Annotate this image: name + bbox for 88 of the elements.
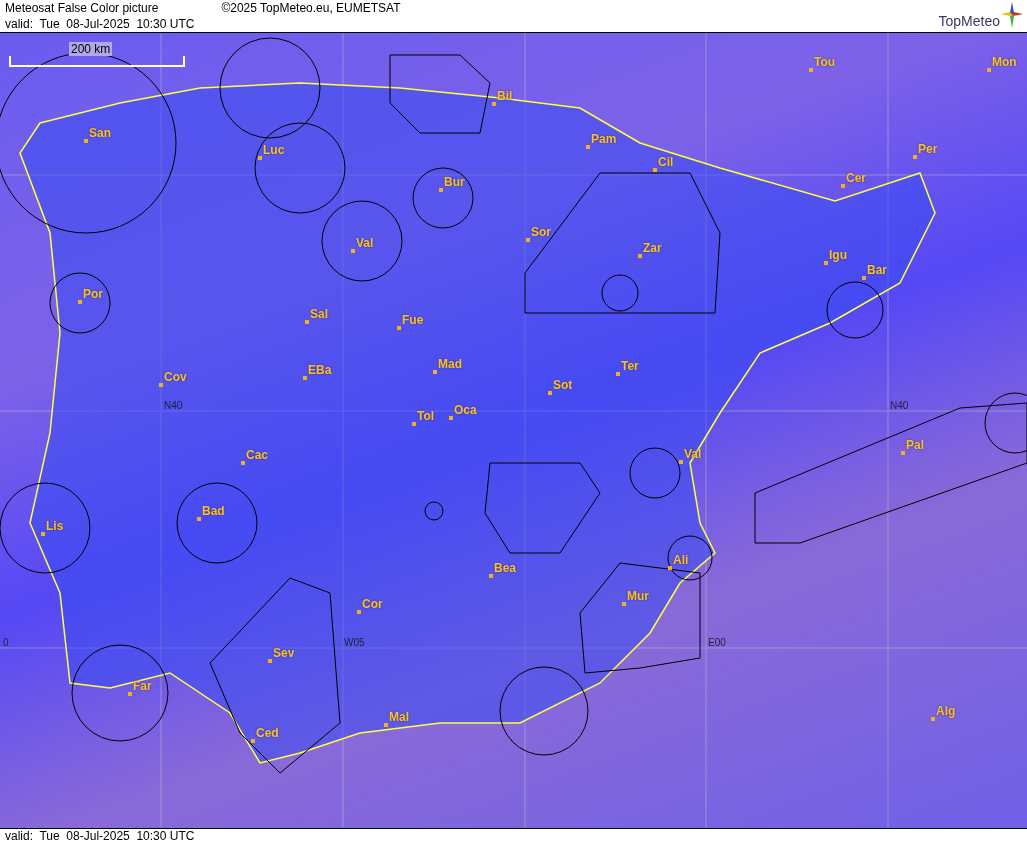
grid-label: N40 — [164, 400, 183, 412]
map-title: Meteosat False Color picture — [5, 0, 159, 16]
city-label: EBa — [308, 363, 332, 377]
city-marker-icon — [679, 460, 683, 464]
city-label: Fue — [402, 313, 424, 327]
city-label: Pam — [591, 132, 617, 146]
city-marker-icon — [987, 68, 991, 72]
city-marker-icon — [241, 461, 245, 465]
city-marker-icon — [913, 155, 917, 159]
city-label: Zar — [643, 241, 662, 255]
city-marker-icon — [489, 574, 493, 578]
city-marker-icon — [159, 383, 163, 387]
city-marker-icon — [449, 416, 453, 420]
city-marker-icon — [439, 188, 443, 192]
city-label: Pal — [906, 438, 924, 452]
city-marker-icon — [526, 238, 530, 242]
city-label: Ced — [256, 726, 279, 740]
city-marker-icon — [433, 370, 437, 374]
city-label: Igu — [829, 248, 847, 262]
city-label: Lis — [46, 519, 64, 533]
city-label: Luc — [263, 143, 285, 157]
city-marker-icon — [197, 517, 201, 521]
city-label: Cov — [164, 370, 187, 384]
valid-time: valid: Tue 08-Jul-2025 10:30 UTC — [5, 828, 195, 843]
city-marker-icon — [251, 739, 255, 743]
copyright-text: ©2025 TopMeteo.eu, EUMETSAT — [221, 0, 401, 16]
city-marker-icon — [548, 391, 552, 395]
city-label: Bea — [494, 561, 516, 575]
city-label: Mad — [438, 357, 462, 371]
scale-label: 200 km — [69, 42, 113, 56]
city-label: Mon — [992, 55, 1017, 69]
city-label: Bar — [867, 263, 887, 277]
grid-label: N40 — [890, 400, 909, 412]
grid-label: W05 — [344, 637, 365, 649]
city-label: Val — [356, 236, 374, 250]
city-label: Ter — [621, 359, 639, 373]
city-label: Por — [83, 287, 103, 301]
city-marker-icon — [841, 184, 845, 188]
city-marker-icon — [901, 451, 905, 455]
city-label: Cil — [658, 155, 674, 169]
city-marker-icon — [862, 276, 866, 280]
city-label: Sot — [553, 378, 573, 392]
city-marker-icon — [809, 68, 813, 72]
city-marker-icon — [492, 102, 496, 106]
city-label: Alg — [936, 704, 956, 718]
city-marker-icon — [303, 376, 307, 380]
city-label: Far — [133, 679, 152, 693]
city-marker-icon — [305, 320, 309, 324]
city-label: Mal — [389, 710, 409, 724]
grid-label: 0 — [3, 637, 9, 649]
city-label: Cac — [246, 448, 268, 462]
city-label: San — [89, 126, 111, 140]
city-marker-icon — [638, 254, 642, 258]
city-marker-icon — [384, 723, 388, 727]
city-marker-icon — [41, 532, 45, 536]
city-label: Tou — [814, 55, 836, 69]
city-marker-icon — [622, 602, 626, 606]
city-marker-icon — [351, 249, 355, 253]
city-marker-icon — [258, 156, 262, 160]
city-label: Per — [918, 142, 938, 156]
city-label: Bad — [202, 504, 225, 518]
city-label: Cor — [362, 597, 383, 611]
city-marker-icon — [653, 168, 657, 172]
city-marker-icon — [616, 372, 620, 376]
city-marker-icon — [84, 139, 88, 143]
city-label: Tol — [417, 409, 435, 423]
city-label: Sev — [273, 646, 295, 660]
city-marker-icon — [397, 326, 401, 330]
city-marker-icon — [931, 717, 935, 721]
logo-text: TopMeteo — [938, 12, 1000, 30]
city-label: Bur — [444, 175, 465, 189]
star-logo-icon — [1001, 2, 1023, 28]
city-marker-icon — [357, 610, 361, 614]
city-label: Oca — [454, 403, 477, 417]
city-label: Mur — [627, 589, 649, 603]
city-marker-icon — [268, 659, 272, 663]
grid-label: E00 — [708, 637, 726, 649]
city-marker-icon — [78, 300, 82, 304]
city-marker-icon — [128, 692, 132, 696]
city-label: Sor — [531, 225, 551, 239]
city-marker-icon — [824, 261, 828, 265]
city-marker-icon — [412, 422, 416, 426]
city-marker-icon — [586, 145, 590, 149]
city-label: Ali — [673, 553, 689, 567]
city-marker-icon — [668, 566, 672, 570]
valid-time: valid: Tue 08-Jul-2025 10:30 UTC — [5, 16, 196, 32]
city-label: Cer — [846, 171, 866, 185]
city-label: Sal — [310, 307, 328, 321]
